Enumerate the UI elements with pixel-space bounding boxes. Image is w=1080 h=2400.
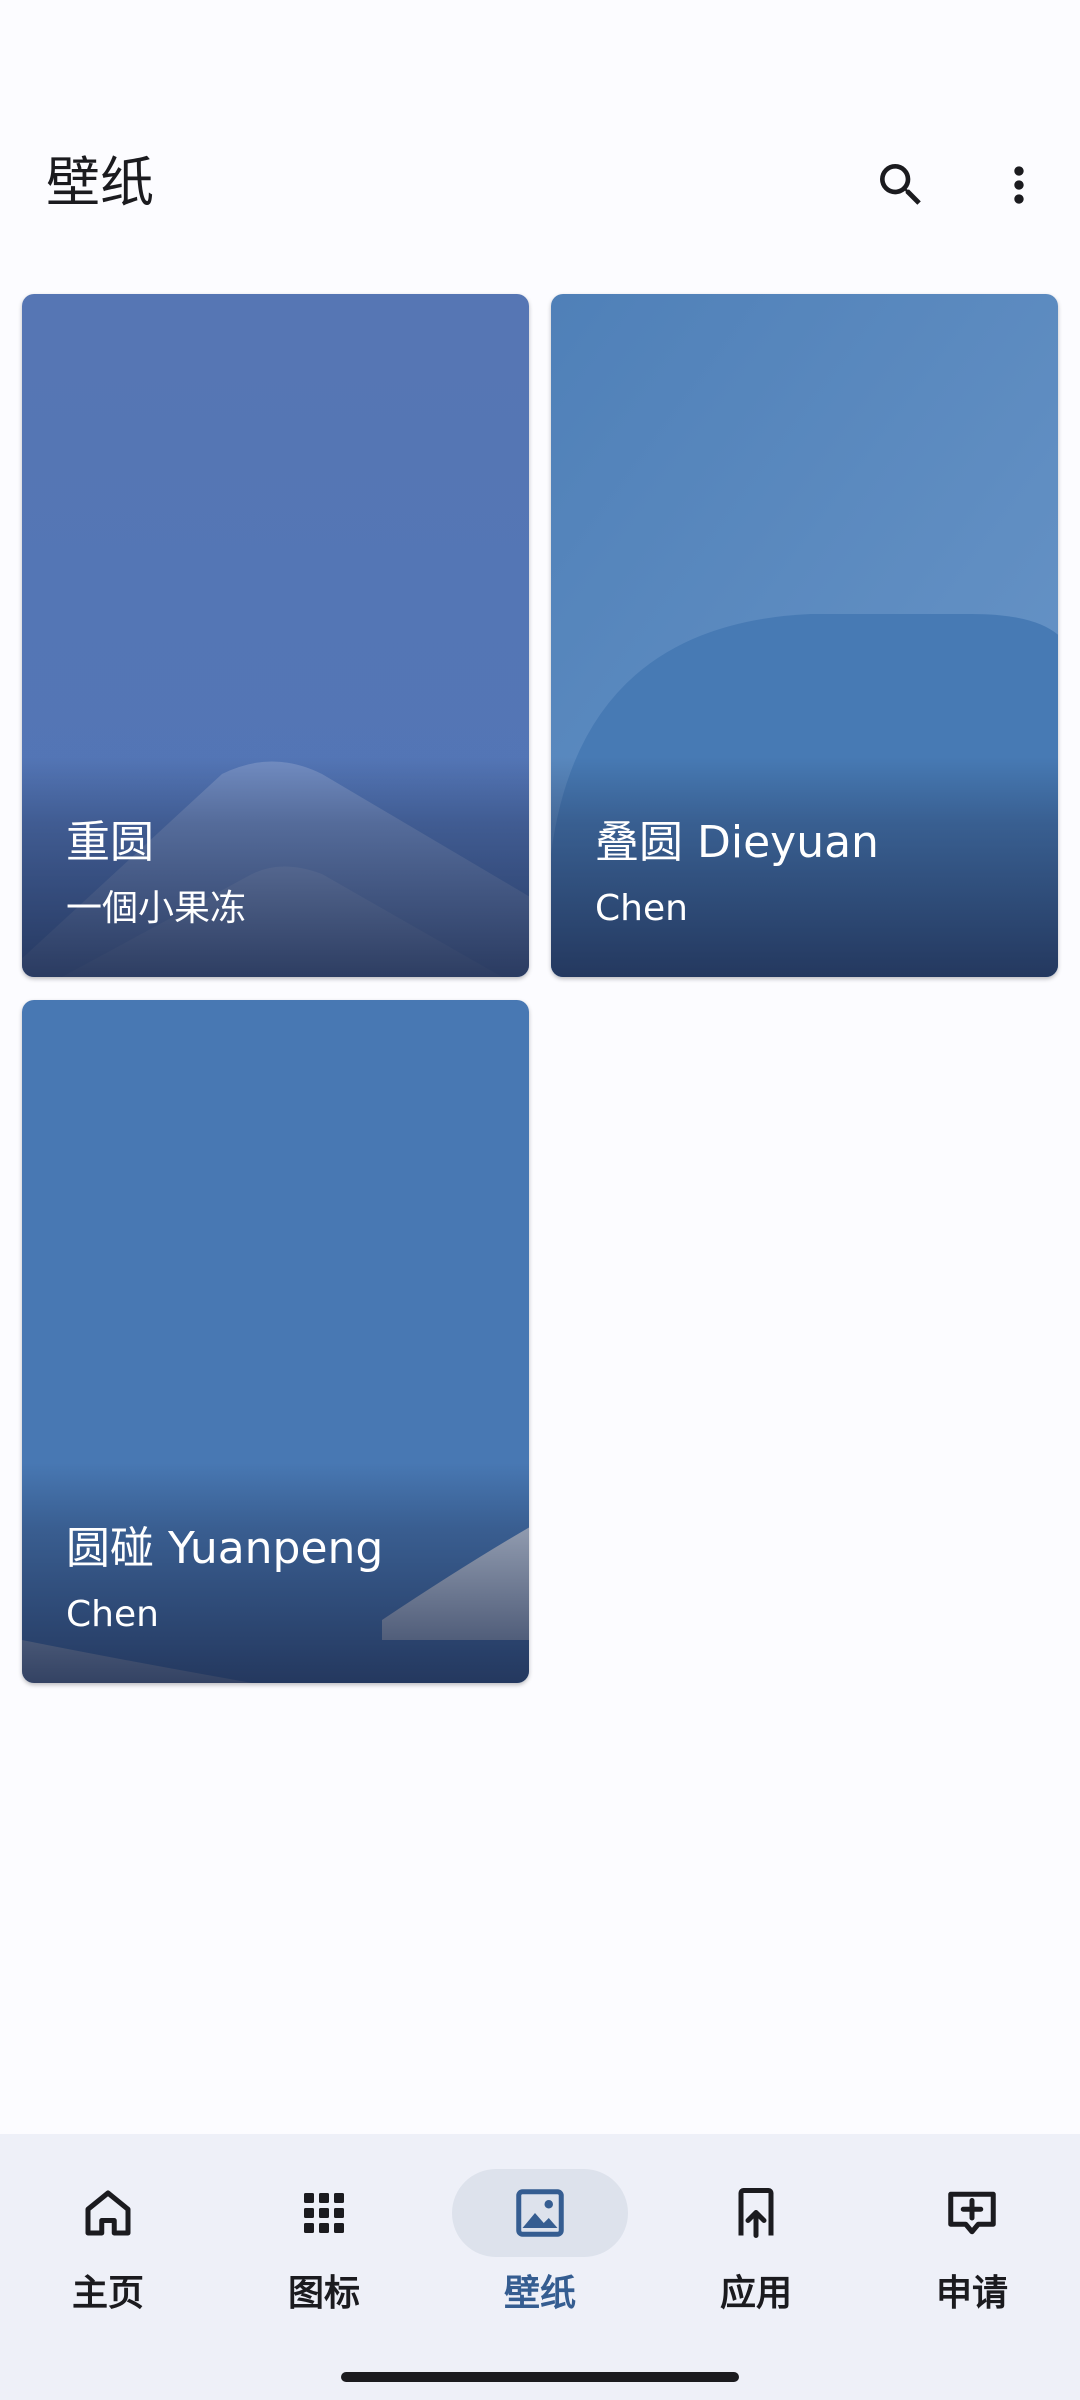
image-icon [516, 2189, 564, 2237]
wallpaper-title: 圆碰 Yuanpeng [66, 1523, 384, 1574]
apps-grid-icon [304, 2193, 344, 2233]
app-upload-icon [738, 2188, 774, 2238]
nav-label-home: 主页 [71, 2273, 144, 2314]
bottom-navigation: 主页 图标 壁纸 应用 申请 [0, 2134, 1080, 2400]
wallpaper-title: 叠圆 Dieyuan [595, 817, 879, 868]
wallpaper-card[interactable]: 叠圆 Dieyuan Chen [551, 294, 1058, 977]
more-options-button[interactable] [974, 140, 1064, 230]
home-icon [85, 2190, 131, 2236]
wallpaper-author: 一個小果冻 [66, 888, 247, 929]
search-icon [880, 164, 921, 205]
nav-item-icons[interactable]: 图标 [216, 2134, 432, 2400]
nav-label-wallpapers: 壁纸 [503, 2273, 576, 2314]
nav-label-apps: 应用 [719, 2273, 792, 2314]
gesture-handle[interactable] [341, 2372, 739, 2382]
add-comment-icon [948, 2191, 996, 2235]
top-app-bar: 壁纸 [0, 0, 1080, 290]
nav-item-wallpapers[interactable]: 壁纸 [432, 2134, 648, 2400]
nav-label-request: 申请 [935, 2273, 1008, 2314]
wallpaper-author: Chen [66, 1594, 159, 1635]
nav-item-apps[interactable]: 应用 [648, 2134, 864, 2400]
nav-item-home[interactable]: 主页 [0, 2134, 216, 2400]
page-title: 壁纸 [46, 151, 154, 214]
search-button[interactable] [856, 140, 946, 230]
nav-label-icons: 图标 [287, 2273, 360, 2314]
wallpaper-card[interactable]: 重圆 一個小果冻 [22, 294, 529, 977]
nav-item-request[interactable]: 申请 [864, 2134, 1080, 2400]
wallpaper-title: 重圆 [66, 817, 154, 868]
wallpaper-card[interactable]: 圆碰 Yuanpeng Chen [22, 1000, 529, 1683]
wallpaper-author: Chen [595, 888, 688, 929]
more-vert-icon [1014, 166, 1024, 204]
